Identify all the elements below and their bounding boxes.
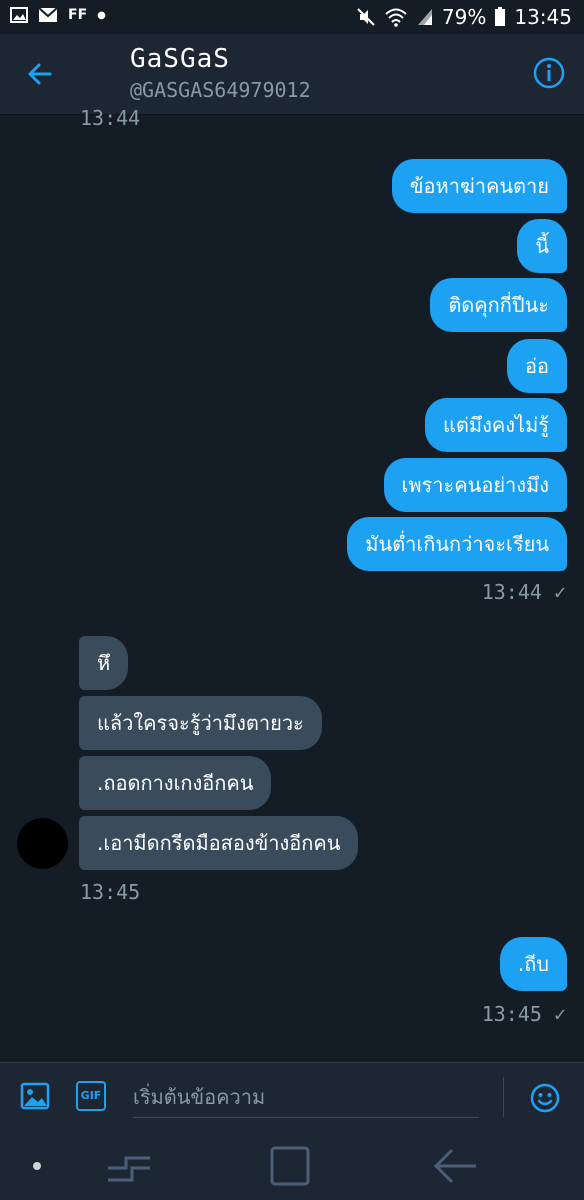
navigation-bar [0,1132,584,1200]
gallery-icon [10,7,28,23]
incoming-message[interactable]: .ถอดกางเกงอีกคน [79,756,272,810]
wifi-icon [385,8,407,27]
outgoing-message[interactable]: ติดคุกกี่ปีนะ [430,278,567,332]
incoming-message[interactable]: หึ [79,636,129,690]
timestamp-top: 13:44 [80,106,141,130]
conversation-header: GaSGaS @GASGAS64979012 [0,34,584,115]
status-time: 13:45 [514,5,572,29]
back-arrow-icon[interactable] [22,56,58,92]
status-left: FF ● [10,7,106,23]
conversation-handle: @GASGAS64979012 [130,78,311,102]
nav-dot[interactable] [33,1162,41,1170]
outgoing-message[interactable]: .ถีบ [499,937,567,991]
outgoing-message[interactable]: มันต่ำเกินกว่าจะเรียน [347,517,567,571]
composer-divider [503,1077,504,1117]
battery-percent: 79% [441,5,487,29]
signal-icon [417,9,432,25]
message-list[interactable]: 13:44 ข้อหาฆ่าคนตาย นี้ ติดคุกกี่ปีนะ อ่… [0,106,584,1062]
timestamp-outgoing: 13:44 ✓ [481,580,566,604]
mail-icon [38,7,58,22]
ff-label: FF [68,7,88,23]
outgoing-message[interactable]: เพราะคนอย่างมึง [383,458,567,512]
outgoing-message[interactable]: นี้ [517,219,567,273]
outgoing-message[interactable]: อ่อ [506,339,567,393]
nav-back-icon[interactable] [430,1144,480,1188]
avatar[interactable] [17,818,68,869]
recent-apps-icon[interactable] [104,1146,154,1188]
outgoing-message[interactable]: ข้อหาฆ่าคนตาย [391,159,567,213]
message-input[interactable] [133,1077,479,1118]
status-right: 79% 13:45 [356,5,572,29]
composer: GIF [0,1062,584,1133]
timestamp-outgoing-last: 13:45 ✓ [481,1002,566,1026]
status-bar: FF ● 79% 13:45 [0,0,584,34]
conversation-name: GaSGaS [130,44,230,74]
incoming-message[interactable]: แล้วใครจะรู้ว่ามึงตายวะ [79,696,322,750]
emoji-icon[interactable] [530,1083,560,1113]
incoming-message[interactable]: .เอามีดกรีดมือสองข้างอีกคน [79,816,359,870]
info-icon[interactable] [532,56,566,90]
mute-icon [357,8,375,26]
image-icon[interactable] [20,1081,50,1111]
battery-icon [495,7,506,26]
status-dot: ● [97,9,106,21]
home-icon[interactable] [268,1144,312,1188]
gif-icon[interactable]: GIF [76,1081,106,1111]
outgoing-message[interactable]: แต่มึงคงไม่รู้ [425,398,567,452]
timestamp-incoming: 13:45 [80,880,141,904]
